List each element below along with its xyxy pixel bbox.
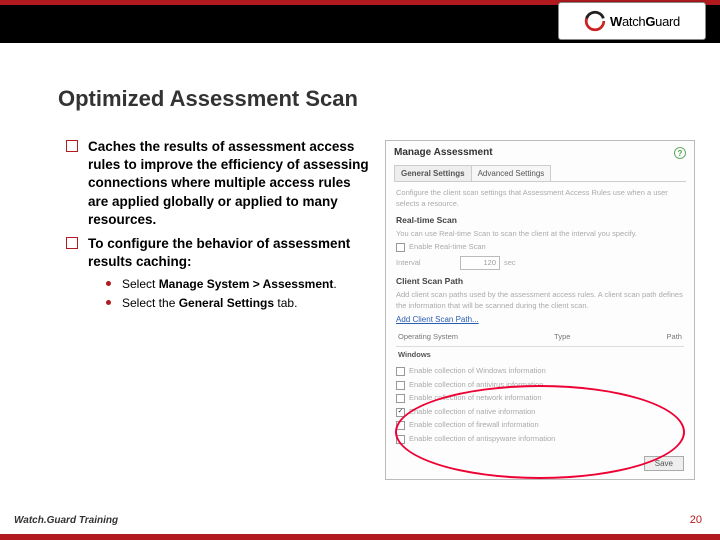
slide: WatchGuard Optimized Assessment Scan Cac… (0, 0, 720, 540)
bottom-red-bar (0, 534, 720, 540)
add-client-scan-link[interactable]: Add Client Scan Path... (396, 314, 479, 325)
swirl-icon (584, 10, 606, 32)
brand-logo: WatchGuard (558, 2, 706, 40)
interval-label: Interval (396, 258, 456, 269)
slide-title: Optimized Assessment Scan (58, 86, 358, 112)
enable-realtime-checkbox[interactable] (396, 243, 405, 252)
sub-1: Select Manage System > Assessment. (104, 276, 374, 293)
realtime-heading: Real-time Scan (396, 215, 684, 227)
page-number: 20 (690, 514, 702, 526)
cb-windows-info[interactable] (396, 367, 405, 376)
intro-text: Configure the client scan settings that … (396, 188, 684, 209)
tab-advanced-settings[interactable]: Advanced Settings (471, 165, 552, 181)
clientscan-desc: Add client scan paths used by the assess… (396, 290, 684, 311)
cb-network[interactable] (396, 394, 405, 403)
interval-unit: sec (504, 258, 516, 269)
realtime-desc: You can use Real-time Scan to scan the c… (396, 229, 684, 240)
sub-2: Select the General Settings tab. (104, 295, 374, 312)
brand-text: WatchGuard (610, 14, 680, 29)
col-type: Type (554, 332, 570, 343)
panel-title: Manage Assessment (394, 147, 493, 159)
enable-realtime-label: Enable Real-time Scan (409, 242, 486, 253)
bullet-2: To configure the behavior of assessment … (64, 235, 374, 312)
clientscan-heading: Client Scan Path (396, 276, 684, 288)
highlight-ellipse (395, 385, 685, 479)
body-text: Caches the results of assessment access … (64, 138, 374, 318)
bullet-2-text: To configure the behavior of assessment … (88, 236, 350, 269)
bullet-1: Caches the results of assessment access … (64, 138, 374, 229)
interval-input[interactable]: 120 (460, 256, 500, 271)
help-icon[interactable]: ? (674, 147, 686, 159)
cb-antivirus[interactable] (396, 381, 405, 390)
tab-general-settings[interactable]: General Settings (394, 165, 472, 181)
col-path: Path (667, 332, 682, 343)
os-windows: Windows (396, 347, 684, 364)
col-os: Operating System (398, 332, 458, 343)
footer-text: Watch.Guard Training (14, 515, 118, 526)
